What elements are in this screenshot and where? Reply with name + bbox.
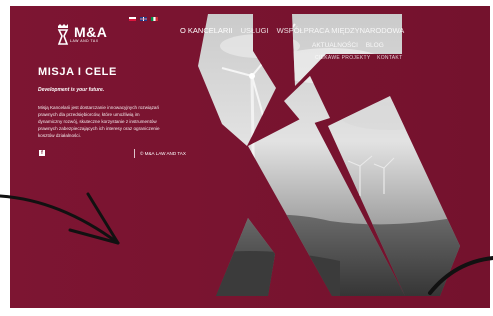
curve-annotation (428, 256, 493, 295)
arrow-annotation (0, 194, 120, 245)
annotation-strokes (0, 192, 493, 295)
